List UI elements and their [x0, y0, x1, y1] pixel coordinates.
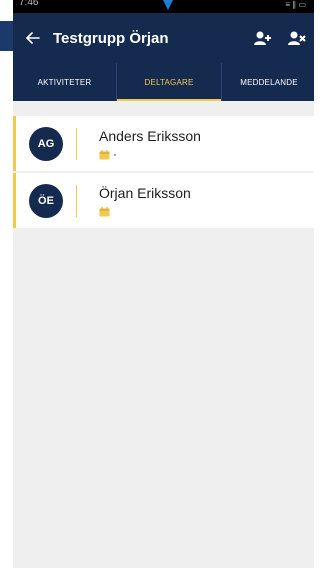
avatar: AG [29, 126, 63, 161]
app-window: 7:46 ≡ ∥ ▭ Testgrupp Örjan AKTIVITETER D… [13, 0, 314, 568]
tab-deltagare[interactable]: DELTAGARE [117, 63, 222, 101]
status-time: 7:46 [19, 0, 39, 8]
status-icons: ≡ ∥ ▭ [285, 0, 306, 9]
remove-member-button[interactable] [280, 13, 314, 63]
left-edge-strip [0, 0, 13, 568]
avatar-initials: AG [37, 137, 55, 150]
back-button[interactable] [13, 13, 53, 63]
screen: 7:46 ≡ ∥ ▭ Testgrupp Örjan AKTIVITETER D… [0, 0, 314, 568]
avatar-initials: ÖE [38, 194, 54, 207]
participant-row[interactable]: ÖE Örjan Eriksson [13, 173, 314, 228]
participant-meta [99, 149, 201, 160]
left-edge-tab [0, 21, 13, 51]
tab-label: MEDDELANDE [240, 77, 298, 87]
tab-label: AKTIVITETER [37, 77, 92, 87]
calendar-icon [99, 149, 110, 159]
arrow-left-icon [26, 32, 40, 44]
participant-meta [99, 206, 191, 217]
tab-bar: AKTIVITETER DELTAGARE MEDDELANDE [13, 63, 314, 101]
status-bar: 7:46 ≡ ∥ ▭ [13, 0, 314, 13]
person-add-icon [254, 31, 271, 45]
tab-meddelande[interactable]: MEDDELANDE [222, 63, 314, 101]
meta-dot [114, 153, 116, 156]
participant-row[interactable]: AG Anders Eriksson [13, 116, 314, 171]
app-bar: Testgrupp Örjan [13, 13, 314, 63]
row-divider [76, 184, 77, 217]
tab-aktiviteter[interactable]: AKTIVITETER [13, 63, 117, 101]
row-divider [76, 127, 77, 160]
participant-info: Anders Eriksson [99, 128, 201, 160]
avatar: ÖE [29, 183, 63, 218]
pointer-marker [163, 0, 173, 10]
page-title: Testgrupp Örjan [53, 29, 169, 47]
add-member-button[interactable] [246, 13, 280, 63]
participant-name: Örjan Eriksson [99, 184, 191, 201]
participant-info: Örjan Eriksson [99, 185, 191, 217]
person-remove-icon [288, 31, 306, 45]
participant-list: AG Anders Eriksson ÖE Örjan Eriksson [13, 101, 314, 228]
calendar-icon [99, 206, 110, 216]
participant-name: Anders Eriksson [99, 127, 201, 144]
tab-label: DELTAGARE [144, 77, 194, 87]
